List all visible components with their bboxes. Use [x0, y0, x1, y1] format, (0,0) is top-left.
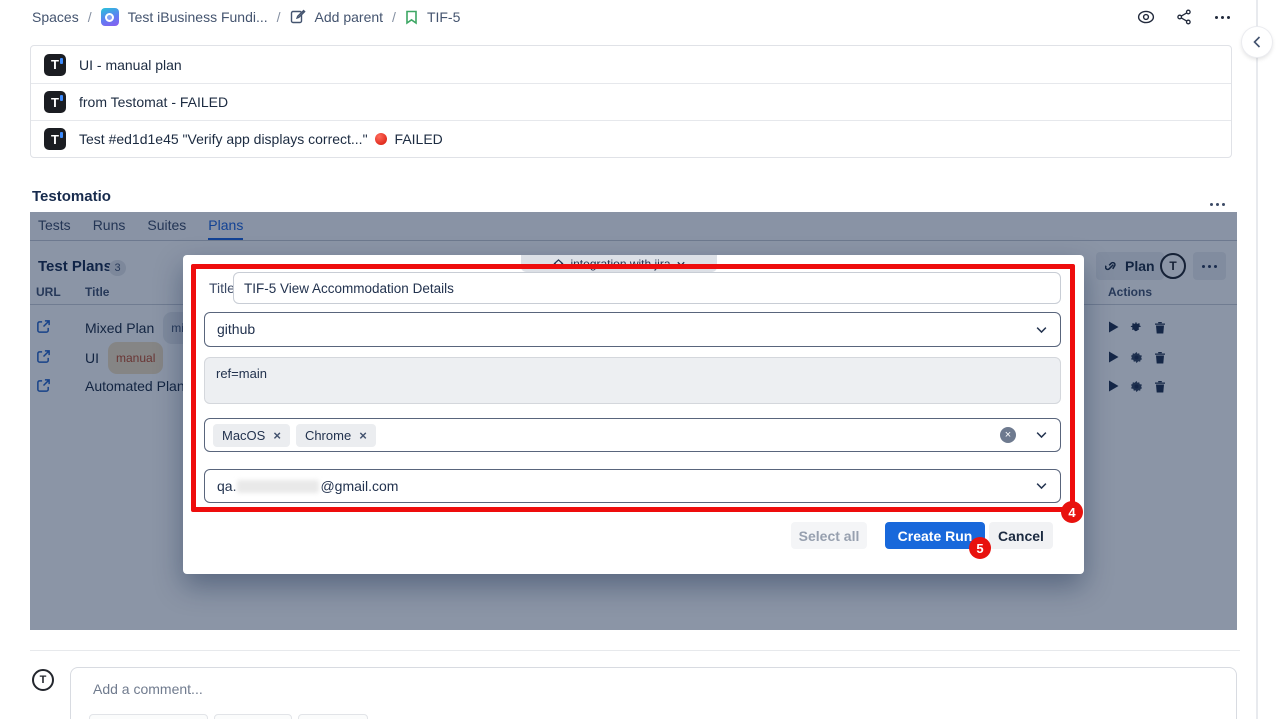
chevron-down-icon [677, 261, 685, 267]
home-icon [553, 259, 564, 269]
source-select-value: github [217, 313, 255, 346]
testomat-logo-icon: T [44, 91, 66, 113]
breadcrumb: Spaces / Test iBusiness Fundi... / Add p… [32, 7, 460, 27]
chevron-down-icon [1036, 432, 1047, 439]
chevron-left-icon [1253, 36, 1261, 48]
list-item[interactable]: T from Testomat - FAILED [31, 83, 1231, 120]
breadcrumb-separator: / [392, 9, 396, 25]
user-avatar: T [32, 669, 54, 691]
section-more-button[interactable] [1210, 193, 1225, 211]
testomat-logo-icon: T [44, 128, 66, 150]
ellipsis-icon [1215, 16, 1230, 19]
annotation-step-4: 4 [1061, 501, 1083, 523]
run-title-input[interactable] [233, 272, 1061, 304]
list-item-title: UI - manual plan [79, 57, 182, 73]
cancel-button[interactable]: Cancel [989, 522, 1053, 549]
redacted-email-segment [237, 480, 319, 493]
comment-toolbar-button[interactable] [214, 714, 292, 719]
annotation-step-5: 5 [969, 537, 991, 559]
testomat-logo-icon: T [44, 54, 66, 76]
chevron-down-icon [1036, 483, 1047, 490]
more-actions-button[interactable] [1204, 3, 1240, 31]
select-all-button[interactable]: Select all [791, 522, 867, 549]
tag-macos: MacOS× [213, 424, 290, 447]
integration-select-label: integration with jira [570, 257, 670, 271]
page: Spaces / Test iBusiness Fundi... / Add p… [0, 0, 1280, 719]
share-icon [1176, 9, 1192, 25]
selected-tags: MacOS× Chrome× [213, 424, 376, 447]
edit-icon [290, 9, 306, 25]
comment-editor[interactable]: Add a comment... [70, 667, 1237, 719]
breadcrumb-separator: / [277, 9, 281, 25]
breadcrumb-spaces[interactable]: Spaces [32, 9, 79, 25]
chevron-down-icon [1036, 326, 1047, 333]
breadcrumb-separator: / [88, 9, 92, 25]
status-label: FAILED [395, 131, 443, 147]
bookmark-icon [405, 10, 418, 25]
comment-placeholder: Add a comment... [93, 681, 203, 697]
ellipsis-icon [1210, 203, 1225, 206]
comment-toolbar-button[interactable] [298, 714, 368, 719]
breadcrumb-space-name[interactable]: Test iBusiness Fundi... [128, 9, 268, 25]
comment-toolbar-button[interactable] [89, 714, 208, 719]
assignee-select-value: qa.@gmail.com [217, 470, 398, 502]
test-items-list: T UI - manual plan T from Testomat - FAI… [30, 45, 1232, 158]
failed-status-dot-icon [375, 133, 387, 145]
sidebar-divider [1256, 0, 1258, 719]
breadcrumb-add-parent[interactable]: Add parent [315, 9, 384, 25]
collapse-panel-button[interactable] [1242, 27, 1272, 57]
create-run-modal: integration with jira Title: github ref=… [183, 255, 1084, 574]
source-select[interactable]: github [204, 312, 1061, 347]
environment-multiselect[interactable]: MacOS× Chrome× × [204, 418, 1061, 452]
integration-select[interactable]: integration with jira [521, 255, 717, 272]
comments-divider [30, 650, 1240, 651]
list-item[interactable]: T Test #ed1d1e45 "Verify app displays co… [31, 120, 1231, 157]
breadcrumb-page-title[interactable]: TIF-5 [427, 9, 460, 25]
share-button[interactable] [1166, 3, 1202, 31]
remove-tag-icon[interactable]: × [273, 429, 281, 442]
watch-button[interactable] [1128, 3, 1164, 31]
remove-tag-icon[interactable]: × [359, 429, 367, 442]
clear-all-icon[interactable]: × [1000, 427, 1016, 443]
list-item-title: Test #ed1d1e45 "Verify app displays corr… [79, 131, 368, 147]
run-params-textarea[interactable]: ref=main [204, 357, 1061, 404]
eye-icon [1137, 10, 1155, 24]
assignee-select[interactable]: qa.@gmail.com [204, 469, 1061, 503]
tag-chrome: Chrome× [296, 424, 376, 447]
space-avatar-icon [101, 8, 119, 26]
list-item[interactable]: T UI - manual plan [31, 46, 1231, 83]
list-item-title: from Testomat - FAILED [79, 94, 228, 110]
section-title: Testomatio [32, 188, 111, 205]
